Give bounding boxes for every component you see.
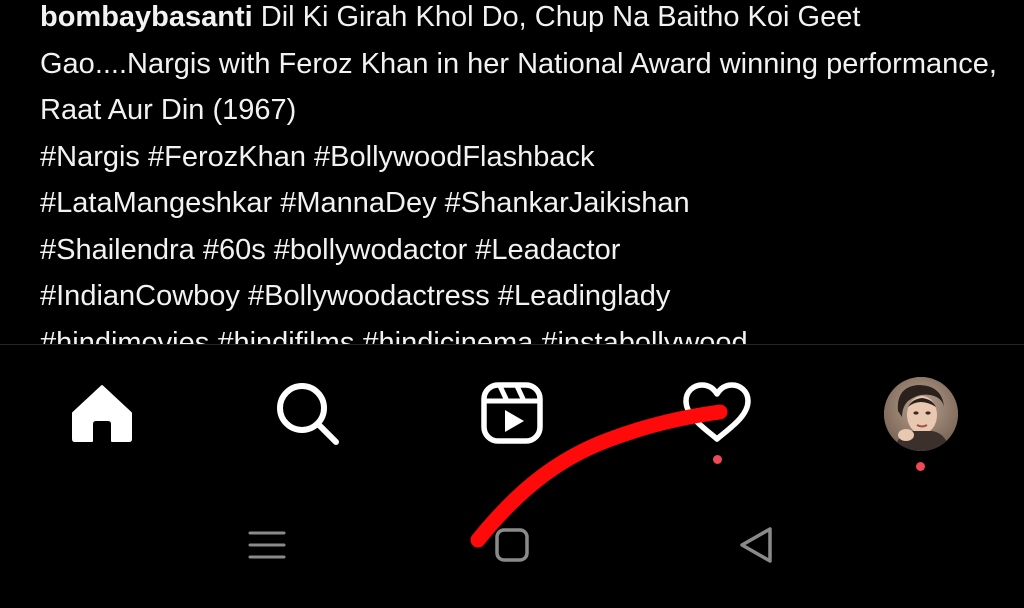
- reels-icon: [481, 382, 543, 444]
- hashtag-line[interactable]: #Nargis #FerozKhan #BollywoodFlashback: [40, 134, 1000, 181]
- bottom-tab-bar: [0, 345, 1024, 485]
- system-navigation-bar: [0, 500, 1024, 608]
- hashtag-line[interactable]: #IndianCowboy #Bollywoodactress #Leading…: [40, 273, 1000, 320]
- back-button[interactable]: [726, 515, 786, 575]
- profile-photo: [884, 377, 958, 451]
- tab-activity[interactable]: [681, 377, 753, 449]
- activity-notification-dot: [713, 455, 722, 464]
- recents-button[interactable]: [237, 515, 297, 575]
- post-caption-area: bombaybasanti Dil Ki Girah Khol Do, Chup…: [0, 0, 1024, 344]
- menu-lines-icon: [248, 531, 286, 559]
- post-username[interactable]: bombaybasanti: [40, 1, 253, 33]
- hashtag-line[interactable]: #Shailendra #60s #bollywodactor #Leadact…: [40, 227, 1000, 274]
- post-caption: bombaybasanti Dil Ki Girah Khol Do, Chup…: [40, 0, 1000, 344]
- tab-reels[interactable]: [476, 377, 548, 449]
- heart-icon: [683, 382, 751, 442]
- system-home-button[interactable]: [482, 515, 542, 575]
- hashtag-line[interactable]: #hindimovies #hindifilms #hindicinema #i…: [40, 320, 1000, 345]
- avatar[interactable]: [884, 377, 958, 451]
- caption-text-block: bombaybasanti Dil Ki Girah Khol Do, Chup…: [40, 0, 1000, 134]
- square-icon: [495, 528, 529, 562]
- search-icon: [277, 383, 339, 445]
- hashtag-line[interactable]: #LataMangeshkar #MannaDey #ShankarJaikis…: [40, 180, 1000, 227]
- tab-search[interactable]: [271, 377, 343, 449]
- tab-home[interactable]: [66, 377, 138, 449]
- home-icon: [72, 385, 132, 442]
- triangle-back-icon: [740, 527, 772, 563]
- profile-notification-dot: [916, 462, 925, 471]
